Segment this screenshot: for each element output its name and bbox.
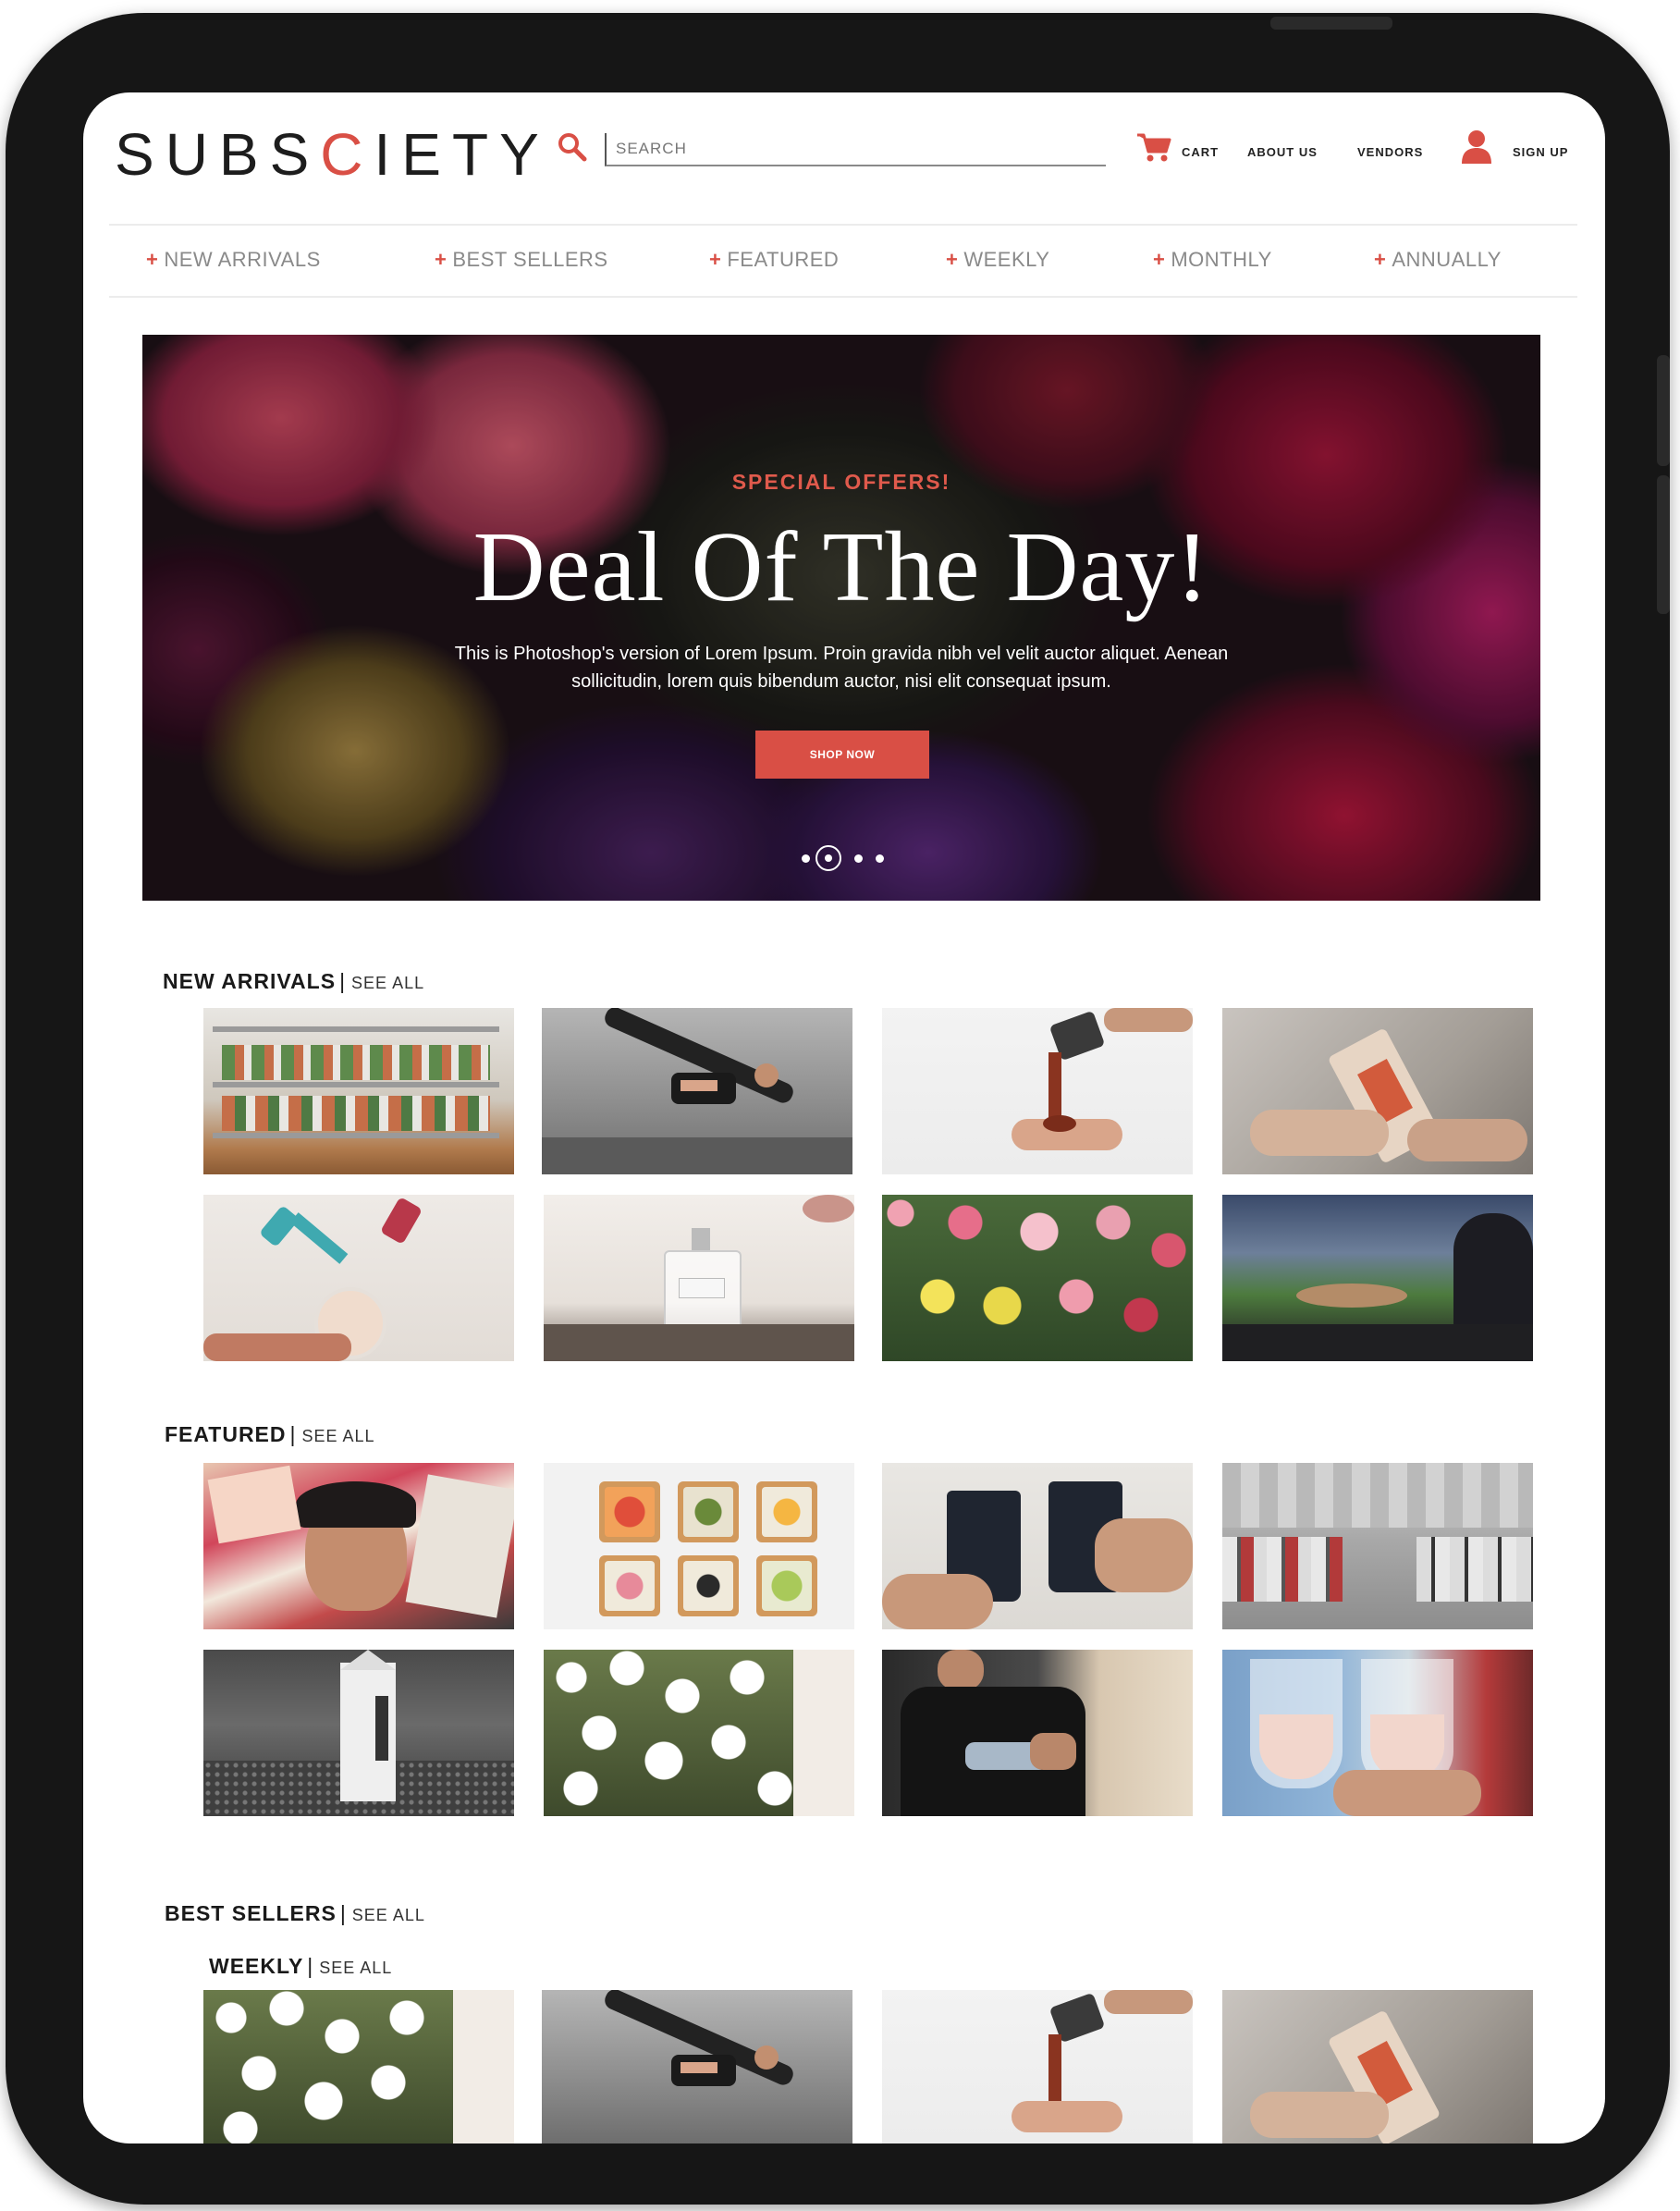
vendors-link[interactable]: VENDORS	[1357, 145, 1423, 159]
power-button	[1270, 17, 1392, 30]
user-icon[interactable]	[1461, 129, 1492, 165]
product-tile[interactable]	[203, 1650, 514, 1816]
nav-weekly[interactable]: + WEEKLY	[946, 248, 1049, 272]
nav-label: MONTHLY	[1171, 248, 1272, 271]
logo-text-right: IETY	[374, 121, 550, 188]
section-title: WEEKLY	[209, 1954, 304, 1978]
section-title: BEST SELLERS	[165, 1901, 337, 1925]
nav-label: NEW ARRIVALS	[164, 248, 321, 271]
product-tile[interactable]	[542, 1008, 852, 1174]
search-input[interactable]	[605, 133, 1106, 166]
product-tile[interactable]	[1222, 1008, 1533, 1174]
search-bar	[557, 131, 1106, 168]
volume-down-button	[1657, 475, 1670, 614]
new-arrivals-heading: NEW ARRIVALS | SEE ALL	[163, 969, 425, 993]
featured-heading: FEATURED | SEE ALL	[165, 1422, 375, 1446]
hero-title: Deal Of The Day!	[472, 512, 1210, 622]
section-title: NEW ARRIVALS	[163, 969, 337, 993]
product-tile[interactable]	[203, 1463, 514, 1629]
nav-label: WEEKLY	[963, 248, 1050, 271]
product-tile[interactable]	[882, 1008, 1193, 1174]
cart-icon[interactable]	[1135, 131, 1172, 163]
product-tile[interactable]	[1222, 1195, 1533, 1361]
nav-divider-bottom	[109, 296, 1577, 298]
see-all-best-sellers-link[interactable]: SEE ALL	[352, 1906, 425, 1924]
product-tile[interactable]	[882, 1650, 1193, 1816]
product-tile[interactable]	[1222, 1463, 1533, 1629]
about-us-link[interactable]: ABOUT US	[1247, 145, 1318, 159]
hero-banner: SPECIAL OFFERS! Deal Of The Day! This is…	[142, 335, 1540, 901]
nav-best-sellers[interactable]: + BEST SELLERS	[435, 248, 608, 272]
product-tile[interactable]	[882, 1990, 1193, 2143]
best-sellers-heading: BEST SELLERS | SEE ALL	[165, 1901, 425, 1925]
product-tile[interactable]	[544, 1650, 854, 1816]
nav-featured[interactable]: + FEATURED	[709, 248, 839, 272]
logo-text-left: SUBS	[115, 121, 321, 188]
carousel-dot-3[interactable]	[854, 854, 863, 863]
product-tile[interactable]	[203, 1008, 514, 1174]
product-tile[interactable]	[203, 1195, 514, 1361]
nav-monthly[interactable]: + MONTHLY	[1153, 248, 1272, 272]
nav-new-arrivals[interactable]: + NEW ARRIVALS	[146, 248, 321, 272]
volume-up-button	[1657, 355, 1670, 466]
cart-link[interactable]: CART	[1182, 145, 1219, 159]
carousel-dot-4[interactable]	[876, 854, 884, 863]
hero-description: This is Photoshop's version of Lorem Ips…	[454, 644, 1229, 692]
sign-up-link[interactable]: SIGN UP	[1513, 145, 1568, 159]
product-tile[interactable]	[544, 1195, 854, 1361]
product-tile[interactable]	[544, 1463, 854, 1629]
hero-kicker: SPECIAL OFFERS!	[731, 470, 951, 494]
product-tile[interactable]	[882, 1195, 1193, 1361]
shop-now-button[interactable]: SHOP NOW	[755, 731, 929, 779]
logo[interactable]: SUBSCIETY	[115, 120, 550, 189]
nav-label: BEST SELLERS	[452, 248, 608, 271]
nav-label: FEATURED	[727, 248, 840, 271]
nav-label: ANNUALLY	[1392, 248, 1502, 271]
nav-annually[interactable]: + ANNUALLY	[1374, 248, 1502, 272]
see-all-weekly-link[interactable]: SEE ALL	[319, 1959, 392, 1977]
logo-text-accent: C	[320, 121, 374, 188]
screen: SUBSCIETY CART ABOUT US VENDORS SIGN UP …	[83, 92, 1605, 2143]
carousel-dot-2-active[interactable]	[815, 845, 841, 871]
product-tile[interactable]	[203, 1990, 514, 2143]
section-title: FEATURED	[165, 1422, 287, 1446]
search-icon[interactable]	[557, 131, 588, 163]
weekly-heading: WEEKLY | SEE ALL	[209, 1954, 393, 1978]
product-tile[interactable]	[882, 1463, 1193, 1629]
carousel-dot-1[interactable]	[802, 854, 810, 863]
see-all-new-arrivals-link[interactable]: SEE ALL	[351, 974, 424, 992]
tablet-frame: SUBSCIETY CART ABOUT US VENDORS SIGN UP …	[6, 13, 1670, 2205]
product-tile[interactable]	[542, 1990, 852, 2143]
product-tile[interactable]	[1222, 1650, 1533, 1816]
product-tile[interactable]	[1222, 1990, 1533, 2143]
nav-divider-top	[109, 224, 1577, 226]
see-all-featured-link[interactable]: SEE ALL	[302, 1427, 375, 1445]
